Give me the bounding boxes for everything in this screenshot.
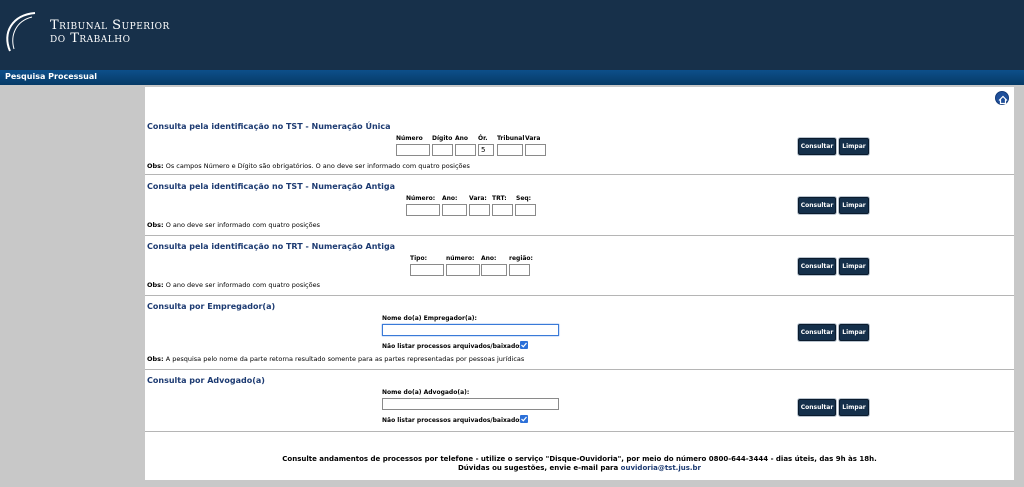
vara-input[interactable]	[525, 144, 546, 156]
checkbox-label: Não listar processos arquivados/baixados	[382, 343, 523, 350]
obs-note: Obs: O ano deve ser informado com quatro…	[147, 221, 320, 229]
label-ano: Ano	[455, 135, 469, 142]
advogado-input[interactable]	[382, 398, 559, 410]
obs-note: Obs: O ano deve ser informado com quatro…	[147, 281, 320, 289]
label-seq: Seq:	[516, 195, 532, 202]
limpar-button[interactable]: Limpar	[839, 258, 869, 275]
consultar-button[interactable]: Consultar	[798, 399, 836, 416]
tst-logo-text[interactable]: Tribunal Superior do Trabalho	[50, 19, 170, 45]
tribunal-input[interactable]	[497, 144, 523, 156]
empregador-input[interactable]	[382, 324, 559, 336]
tst-logo-icon	[6, 12, 36, 52]
site-header: Tribunal Superior do Trabalho	[0, 0, 1024, 70]
section-title: Consulta por Advogado(a)	[147, 376, 265, 385]
label-trt: TRT:	[492, 195, 507, 202]
section-title: Consulta pela identificação no TST - Num…	[147, 122, 391, 131]
section-trt-antiga: Consulta pela identificação no TRT - Num…	[145, 236, 1014, 296]
ano-input[interactable]	[481, 264, 507, 276]
obs-text: O ano deve ser informado com quatro posi…	[163, 221, 320, 229]
obs-text: Os campos Número e Dígito são obrigatóri…	[163, 162, 470, 170]
section-title: Consulta por Empregador(a)	[147, 302, 276, 311]
arquivados-checkbox[interactable]	[520, 415, 528, 423]
label-advogado: Nome do(a) Advogado(a):	[382, 389, 470, 396]
limpar-button[interactable]: Limpar	[839, 324, 869, 341]
obs-label: Obs:	[147, 281, 164, 289]
seq-input[interactable]	[515, 204, 536, 216]
label-regiao: região:	[509, 255, 533, 262]
home-icon[interactable]	[995, 91, 1009, 105]
limpar-button[interactable]: Limpar	[839, 399, 869, 416]
consultar-button[interactable]: Consultar	[798, 197, 836, 214]
section-title: Consulta pela identificação no TST - Num…	[147, 182, 396, 191]
arquivados-checkbox[interactable]	[520, 341, 528, 349]
vara-input[interactable]	[469, 204, 490, 216]
obs-label: Obs:	[147, 355, 164, 363]
numero-input[interactable]	[396, 144, 430, 156]
label-numero: número:	[446, 255, 475, 262]
limpar-button[interactable]: Limpar	[839, 197, 869, 214]
digito-input[interactable]	[432, 144, 453, 156]
ano-input[interactable]	[455, 144, 476, 156]
main-content: Consulta pela identificação no TST - Num…	[145, 87, 1014, 480]
section-tst-unica: Consulta pela identificação no TST - Num…	[145, 117, 1014, 175]
section-empregador: Consulta por Empregador(a) Nome do(a) Em…	[145, 296, 1014, 370]
ouvidoria-email-link[interactable]: ouvidoria@tst.jus.br	[621, 464, 701, 472]
logo-line-2: do Trabalho	[50, 31, 131, 46]
limpar-button[interactable]: Limpar	[839, 138, 869, 155]
obs-label: Obs:	[147, 162, 164, 170]
numero-input[interactable]	[446, 264, 480, 276]
obs-label: Obs:	[147, 221, 164, 229]
orgao-input[interactable]: 5	[478, 144, 494, 156]
label-numero: Número	[396, 135, 423, 142]
obs-note: Obs: A pesquisa pelo nome da parte retor…	[147, 355, 524, 363]
label-ano: Ano:	[481, 255, 497, 262]
section-title: Consulta pela identificação no TRT - Num…	[147, 242, 396, 251]
trt-input[interactable]	[492, 204, 513, 216]
consultar-button[interactable]: Consultar	[798, 138, 836, 155]
checkbox-label: Não listar processos arquivados/baixados	[382, 417, 523, 424]
consultar-button[interactable]: Consultar	[798, 258, 836, 275]
section-tst-antiga: Consulta pela identificação no TST - Num…	[145, 175, 1014, 236]
tipo-input[interactable]	[410, 264, 444, 276]
label-empregador: Nome do(a) Empregador(a):	[382, 315, 477, 322]
footer-email-info: Dúvidas ou sugestões, envie e-mail para …	[145, 464, 1014, 472]
label-vara: Vara	[525, 135, 541, 142]
obs-note: Obs: Os campos Número e Dígito são obrig…	[147, 162, 470, 170]
label-vara: Vara:	[469, 195, 487, 202]
ano-input[interactable]	[442, 204, 467, 216]
regiao-input[interactable]	[509, 264, 530, 276]
numero-input[interactable]	[406, 204, 440, 216]
footer-email-prefix: Dúvidas ou sugestões, envie e-mail para	[457, 464, 621, 472]
label-digito: Dígito	[432, 135, 453, 142]
obs-text: A pesquisa pelo nome da parte retorna re…	[163, 355, 525, 363]
footer-phone-info: Consulte andamentos de processos por tel…	[282, 455, 877, 463]
label-orgao: Ór.	[478, 135, 488, 142]
nav-bar: Pesquisa Processual	[0, 70, 1024, 85]
label-numero: Número:	[406, 195, 436, 202]
obs-text: O ano deve ser informado com quatro posi…	[163, 281, 320, 289]
label-tipo: Tipo:	[410, 255, 427, 262]
label-tribunal: Tribunal	[497, 135, 525, 142]
consultar-button[interactable]: Consultar	[798, 324, 836, 341]
label-ano: Ano:	[442, 195, 458, 202]
nav-title[interactable]: Pesquisa Processual	[5, 72, 97, 81]
section-advogado: Consulta por Advogado(a) Nome do(a) Advo…	[145, 370, 1014, 432]
